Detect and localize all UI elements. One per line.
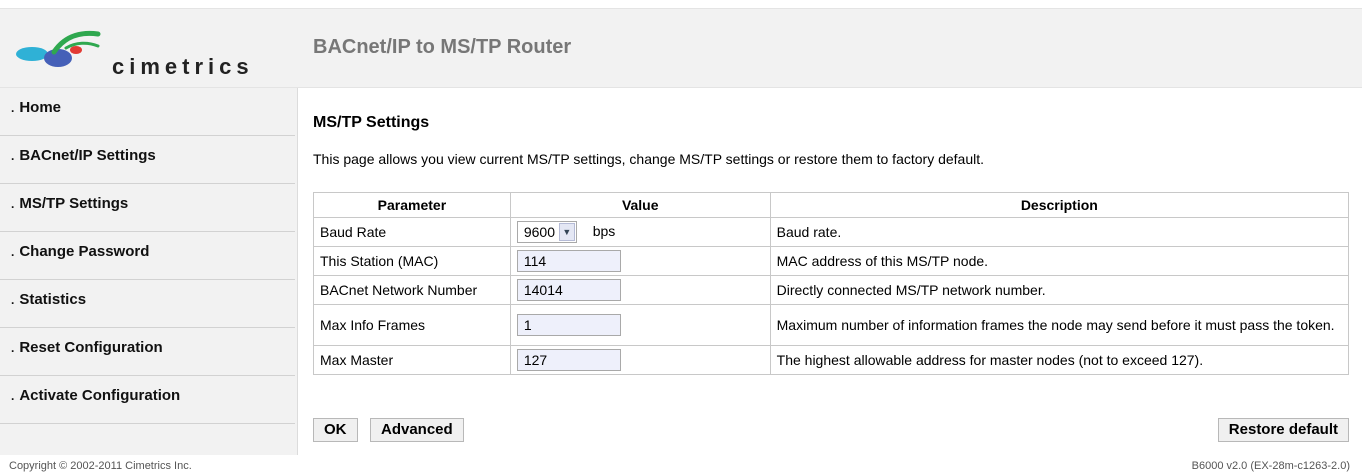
network-number-input[interactable] (516, 279, 621, 301)
bullet-icon: . (11, 293, 15, 307)
baud-rate-select[interactable]: 9600 ▼ (516, 221, 577, 243)
app-title: BACnet/IP to MS/TP Router (313, 36, 572, 58)
bullet-icon: . (11, 389, 15, 403)
sidebar-item-statistics[interactable]: . Statistics (0, 280, 295, 328)
sidebar-item-label: Reset Configuration (19, 339, 163, 356)
sidebar-item-activate-configuration[interactable]: . Activate Configuration (0, 376, 295, 424)
description-cell: Directly connected MS/TP network number. (769, 275, 1350, 305)
description-cell: Maximum number of information frames the… (769, 304, 1350, 346)
sidebar: . Home . BACnet/IP Settings . MS/TP Setting… (0, 88, 298, 455)
sidebar-item-mstp-settings[interactable]: . MS/TP Settings (0, 184, 295, 232)
bullet-icon: . (11, 149, 15, 163)
table-header-row: Parameter Value Description (313, 192, 1350, 218)
sidebar-item-label: Activate Configuration (19, 387, 181, 404)
main-content: MS/TP Settings This page allows you view… (313, 88, 1350, 455)
sidebar-item-label: Statistics (19, 291, 87, 308)
description-cell: MAC address of this MS/TP node. (769, 246, 1350, 276)
value-cell (509, 246, 771, 276)
sidebar-item-label: Home (19, 99, 62, 116)
value-cell (509, 275, 771, 305)
intro-text: This page allows you view current MS/TP … (313, 151, 985, 167)
bullet-icon: . (11, 341, 15, 355)
cimetrics-logo: cimetrics (14, 28, 254, 79)
table-row: Baud Rate 9600 ▼ bps Baud rate. (313, 217, 1350, 247)
page: cimetrics BACnet/IP to MS/TP Router . Hom… (0, 0, 1362, 473)
copyright-text: Copyright © 2002-2011 Cimetrics Inc. (9, 460, 192, 472)
logo-text: cimetrics (112, 54, 254, 79)
station-mac-input[interactable] (516, 250, 621, 272)
sidebar-item-label: BACnet/IP Settings (19, 147, 156, 164)
baud-rate-selected-value: 9600 (523, 224, 555, 240)
sidebar-item-label: Change Password (19, 243, 150, 260)
restore-default-button[interactable]: Restore default (1217, 418, 1349, 442)
value-cell (509, 304, 771, 346)
cimetrics-logo-icon (16, 30, 101, 67)
value-cell: 9600 ▼ bps (509, 217, 771, 247)
column-header-parameter: Parameter (313, 192, 511, 218)
header: cimetrics BACnet/IP to MS/TP Router (0, 8, 1362, 88)
value-cell (509, 345, 771, 375)
bullet-icon: . (11, 245, 15, 259)
column-header-description: Description (769, 192, 1350, 218)
sidebar-item-bacnet-ip-settings[interactable]: . BACnet/IP Settings (0, 136, 295, 184)
parameter-cell: BACnet Network Number (313, 275, 511, 305)
version-text: B6000 v2.0 (EX-28m-c1263-2.0) (1191, 460, 1350, 472)
settings-table: Parameter Value Description Baud Rate 96… (313, 192, 1350, 375)
table-row: Max Master The highest allowable address… (313, 345, 1350, 375)
sidebar-item-reset-configuration[interactable]: . Reset Configuration (0, 328, 295, 376)
parameter-cell: Baud Rate (313, 217, 511, 247)
column-header-value: Value (509, 192, 771, 218)
description-cell: Baud rate. (769, 217, 1350, 247)
ok-button[interactable]: OK (313, 418, 358, 442)
parameter-cell: Max Master (313, 345, 511, 375)
bullet-icon: . (11, 101, 15, 115)
max-master-input[interactable] (516, 349, 621, 371)
table-row: This Station (MAC) MAC address of this M… (313, 246, 1350, 276)
parameter-cell: Max Info Frames (313, 304, 511, 346)
sidebar-item-change-password[interactable]: . Change Password (0, 232, 295, 280)
sidebar-item-home[interactable]: . Home (0, 88, 295, 136)
sidebar-item-label: MS/TP Settings (19, 195, 129, 212)
max-info-frames-input[interactable] (516, 314, 621, 336)
bullet-icon: . (11, 197, 15, 211)
baud-rate-unit: bps (592, 222, 616, 239)
advanced-button[interactable]: Advanced (370, 418, 464, 442)
table-row: BACnet Network Number Directly connected… (313, 275, 1350, 305)
chevron-down-icon[interactable]: ▼ (558, 223, 575, 241)
parameter-cell: This Station (MAC) (313, 246, 511, 276)
table-row: Max Info Frames Maximum number of inform… (313, 304, 1350, 346)
page-title: MS/TP Settings (313, 114, 430, 131)
description-cell: The highest allowable address for master… (769, 345, 1350, 375)
